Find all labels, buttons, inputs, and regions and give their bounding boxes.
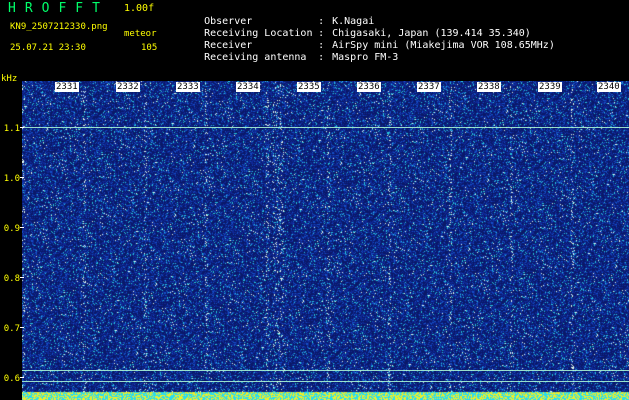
y-axis-unit: kHz [1,74,18,84]
mode-label: meteor [124,29,157,39]
x-tick-label: 2331 [55,82,79,92]
y-tick-mark [20,327,24,328]
y-tick-label: 0.7 [3,324,20,334]
x-tick-label: 2340 [597,82,621,92]
x-tick-label: 2339 [538,82,562,92]
carrier-line [22,127,629,128]
carrier-line [22,370,629,371]
filename-label: KN9_2507212330.png [10,22,108,32]
x-tick-label: 2335 [297,82,321,92]
meta-antenna: Receiving antenna: Maspro FM-3 [204,52,399,63]
y-tick-label: 1.0 [3,174,20,184]
y-tick-mark [20,177,24,178]
x-tick-label: 2332 [116,82,140,92]
y-tick-mark [20,377,24,378]
app-title: HROFFT [8,1,109,16]
carrier-line [22,381,629,382]
version-label: 1.00f [124,3,155,14]
y-tick-mark [20,227,24,228]
datetime-label: 25.07.21 23:30 [10,43,86,53]
x-tick-label: 2336 [357,82,381,92]
y-tick-label: 0.8 [3,274,20,284]
y-tick-mark [20,127,24,128]
waterfall-canvas [22,81,629,400]
y-tick-label: 0.6 [3,374,20,384]
x-tick-label: 2333 [176,82,200,92]
y-tick-label: 0.9 [3,224,20,234]
y-tick-label: 1.1 [3,124,20,134]
x-tick-label: 2337 [417,82,441,92]
waterfall-plot [22,81,629,400]
y-tick-mark [20,277,24,278]
x-tick-label: 2334 [236,82,260,92]
hrofft-window: HROFFT 1.00f KN9_2507212330.png meteor 2… [0,0,629,400]
count-label: 105 [141,43,158,53]
x-tick-label: 2338 [477,82,501,92]
